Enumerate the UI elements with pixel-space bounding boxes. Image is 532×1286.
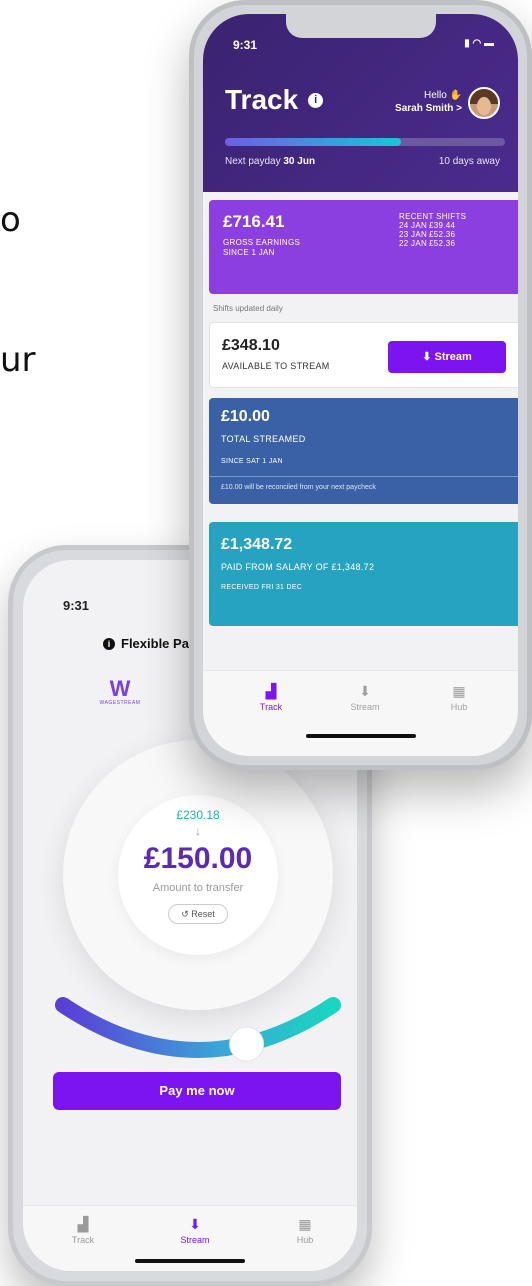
- reset-button[interactable]: ↺ Reset: [168, 904, 228, 924]
- nav-item-hub[interactable]: ▦ Hub: [429, 683, 489, 712]
- wagestream-logo: W WAGESTREAM: [95, 676, 145, 707]
- nav-label: Track: [259, 702, 283, 712]
- user-name: Sarah Smith >: [395, 103, 462, 114]
- divider: [209, 476, 518, 477]
- down-arrow-icon: ↓: [195, 824, 201, 838]
- status-time: 9:31: [63, 598, 90, 613]
- download-arrow-icon: ⬇: [189, 1216, 201, 1232]
- shifts-updated-note: Shifts updated daily: [213, 304, 283, 313]
- next-payday-date: 30 Jun: [283, 156, 316, 167]
- available-amount: £348.10: [222, 337, 280, 354]
- nav-label: Stream: [180, 1235, 210, 1245]
- shift-row: 24 JAN £39.44: [399, 221, 466, 230]
- info-icon[interactable]: i: [308, 92, 324, 108]
- page-title-text: Track: [225, 84, 299, 115]
- slider-track[interactable]: [55, 997, 341, 1058]
- page-title-text: Flexible Pay: [121, 636, 197, 651]
- phone-screen: 9:31 ▮ ◠ ▬ Track i Hello ✋ Sarah Smith >…: [203, 14, 518, 756]
- recent-shifts: RECENT SHIFTS 24 JAN £39.44 23 JAN £52.36 …: [399, 212, 466, 248]
- shift-date: 22 JAN: [399, 239, 428, 248]
- reconcile-note: £10.00 will be reconciled from your next…: [221, 484, 376, 491]
- grid-icon: ▦: [452, 683, 466, 699]
- user-greeting[interactable]: Hello ✋ Sarah Smith >: [395, 89, 462, 115]
- streamed-since: SINCE SAT 1 JAN: [221, 458, 283, 465]
- bottom-nav: ▟ Track ⬇ Stream ▦ Hub: [203, 670, 518, 756]
- nav-item-track[interactable]: ▟ Track: [241, 683, 301, 712]
- transfer-amount: £150.00: [143, 842, 253, 875]
- recent-shifts-title: RECENT SHIFTS: [399, 212, 467, 221]
- home-indicator: [135, 1259, 245, 1263]
- payday-progress-bar: [225, 138, 505, 146]
- phone-notch: [285, 14, 436, 38]
- page-title: i Flexible Pay: [103, 636, 196, 651]
- avatar-face: [477, 97, 491, 115]
- nav-item-hub[interactable]: ▦ Hub: [275, 1216, 335, 1245]
- signal-wifi-battery-icon: ▮ ◠ ▬: [464, 38, 494, 49]
- nav-label: Hub: [450, 702, 468, 712]
- gross-earnings-card[interactable]: £716.41 GROSS EARNINGS SINCE 1 JAN RECEN…: [209, 200, 518, 294]
- payday-progress-fill: [225, 138, 402, 146]
- next-payday-label: Next payday: [225, 156, 281, 167]
- download-arrow-icon: ⬇: [359, 683, 371, 699]
- stream-button[interactable]: ⬇ Stream: [388, 341, 506, 373]
- stream-button-label: Stream: [434, 351, 472, 363]
- paid-label: PAID FROM SALARY OF £1,348.72: [221, 562, 375, 572]
- logo-mark-icon: W: [109, 676, 131, 701]
- nav-item-track[interactable]: ▟ Track: [53, 1216, 113, 1245]
- shift-row: 22 JAN £52.36: [399, 239, 466, 248]
- available-label: AVAILABLE TO STREAM: [222, 361, 330, 371]
- next-payday: Next payday 30 Jun: [225, 156, 315, 167]
- paid-amount: £1,348.72: [221, 536, 293, 553]
- streamed-amount: £10.00: [221, 408, 270, 425]
- days-away: 10 days away: [438, 156, 500, 167]
- gross-earnings-amount: £716.41: [223, 212, 285, 231]
- home-indicator: [305, 734, 416, 738]
- hello-text: Hello: [423, 90, 447, 101]
- shift-amount: £52.36: [429, 239, 456, 248]
- nav-item-stream[interactable]: ⬇ Stream: [335, 683, 395, 712]
- paid-from-salary-card[interactable]: £1,348.72 PAID FROM SALARY OF £1,348.72 …: [209, 522, 518, 626]
- slider-handle[interactable]: [229, 1026, 265, 1062]
- shift-date: 23 JAN: [399, 230, 428, 239]
- phone-track: 9:31 ▮ ◠ ▬ Track i Hello ✋ Sarah Smith >…: [189, 0, 532, 770]
- gross-earnings-since: SINCE 1 JAN: [223, 248, 275, 257]
- background-text-fragment: o: [0, 200, 21, 240]
- streamed-label: TOTAL STREAMED: [221, 434, 306, 444]
- download-arrow-icon: ⬇: [422, 351, 432, 363]
- background-text-fragment: ur: [0, 340, 36, 380]
- amount-slider[interactable]: [53, 980, 343, 1080]
- nav-item-stream[interactable]: ⬇ Stream: [165, 1216, 225, 1245]
- shift-amount: £52.36: [429, 230, 456, 239]
- avatar[interactable]: [468, 87, 500, 119]
- bar-chart-icon: ▟: [265, 683, 277, 699]
- wave-hand-icon: ✋: [449, 90, 462, 101]
- shift-date: 24 JAN: [399, 221, 428, 230]
- track-header: 9:31 ▮ ◠ ▬ Track i Hello ✋ Sarah Smith >…: [203, 14, 518, 192]
- nav-label: Stream: [350, 702, 380, 712]
- logo-text: WAGESTREAM: [99, 700, 141, 706]
- shift-amount: £39.44: [429, 221, 456, 230]
- gross-earnings-title: GROSS EARNINGS: [223, 238, 301, 247]
- received-date: RECEIVED FRI 31 DEC: [221, 584, 303, 591]
- gross-earnings-label: GROSS EARNINGS SINCE 1 JAN: [223, 238, 300, 258]
- available-to-stream-card: £348.10 AVAILABLE TO STREAM ⬇ Stream: [209, 322, 518, 388]
- status-time: 9:31: [233, 38, 258, 52]
- nav-label: Track: [71, 1235, 95, 1245]
- shift-row: 23 JAN £52.36: [399, 230, 466, 239]
- nav-label: Hub: [296, 1235, 314, 1245]
- total-streamed-card[interactable]: £10.00 TOTAL STREAMED SINCE SAT 1 JAN £1…: [209, 398, 518, 504]
- info-icon[interactable]: i: [103, 637, 115, 650]
- grid-icon: ▦: [298, 1216, 312, 1232]
- pay-me-now-button[interactable]: Pay me now: [53, 1072, 341, 1110]
- available-amount: £230.18: [176, 808, 220, 822]
- transfer-amount-label: Amount to transfer: [152, 882, 244, 894]
- bar-chart-icon: ▟: [77, 1216, 89, 1232]
- page-title: Track i: [225, 84, 324, 116]
- bottom-nav: ▟ Track ⬇ Stream ▦ Hub: [23, 1205, 357, 1271]
